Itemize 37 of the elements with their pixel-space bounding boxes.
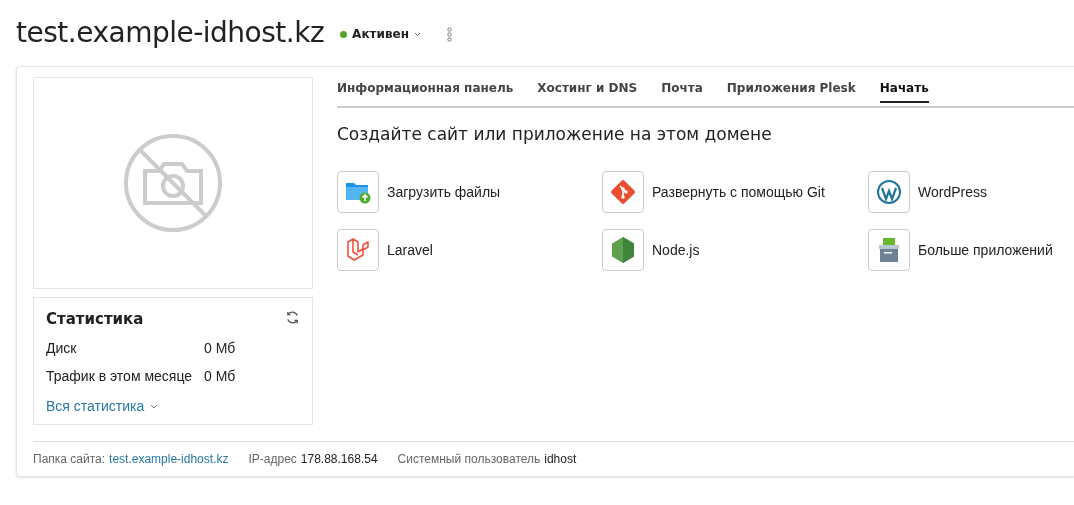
hexagon-icon — [610, 236, 636, 264]
more-icon — [446, 26, 452, 42]
no-camera-icon — [123, 133, 223, 233]
tab[interactable]: Почта — [661, 81, 703, 103]
stat-label: Трафик в этом месяце — [46, 368, 194, 384]
app-option[interactable]: Laravel — [337, 229, 602, 271]
site-folder-link[interactable]: test.example-idhost.kz — [109, 452, 229, 466]
tab[interactable]: Информационная панель — [337, 81, 514, 103]
refresh-icon[interactable] — [285, 309, 300, 325]
status-dropdown[interactable]: Активен — [340, 23, 421, 45]
app-option[interactable]: Node.js — [602, 229, 868, 271]
info-value: idhost — [544, 452, 577, 466]
app-option[interactable]: Загрузить файлы — [337, 171, 602, 213]
stat-label: Диск — [46, 340, 78, 356]
info-label: Системный пользователь — [397, 452, 541, 466]
status-dot — [340, 30, 348, 38]
info-label: Папка сайта: — [33, 452, 106, 466]
stat-value: 0 Мб — [204, 368, 237, 384]
info-value: 178.88.168.54 — [300, 452, 378, 466]
statistics-title: Статистика — [46, 310, 144, 328]
app-option[interactable]: WordPress — [868, 171, 1068, 213]
start-heading: Создайте сайт или приложение на этом домене — [337, 124, 773, 144]
laravel-icon — [345, 237, 371, 263]
box-icon — [876, 237, 902, 263]
stat-value: 0 Мб — [204, 340, 237, 356]
info-label: IP-адрес — [248, 452, 297, 466]
tab[interactable]: Начать — [879, 81, 929, 103]
domain-title: test.example-idhost.kz — [16, 15, 325, 49]
wordpress-icon — [876, 179, 902, 205]
tab[interactable]: Приложения Plesk — [726, 81, 856, 103]
folder-upload-icon — [345, 180, 371, 204]
all-statistics-link[interactable]: Вся статистика — [46, 398, 300, 414]
app-option[interactable]: Больше приложений — [868, 229, 1068, 271]
app-option[interactable]: Развернуть с помощью Git — [602, 171, 868, 213]
tab[interactable]: Хостинг и DNS — [537, 81, 638, 103]
caret-icon — [150, 403, 159, 409]
caret-icon — [413, 31, 421, 37]
